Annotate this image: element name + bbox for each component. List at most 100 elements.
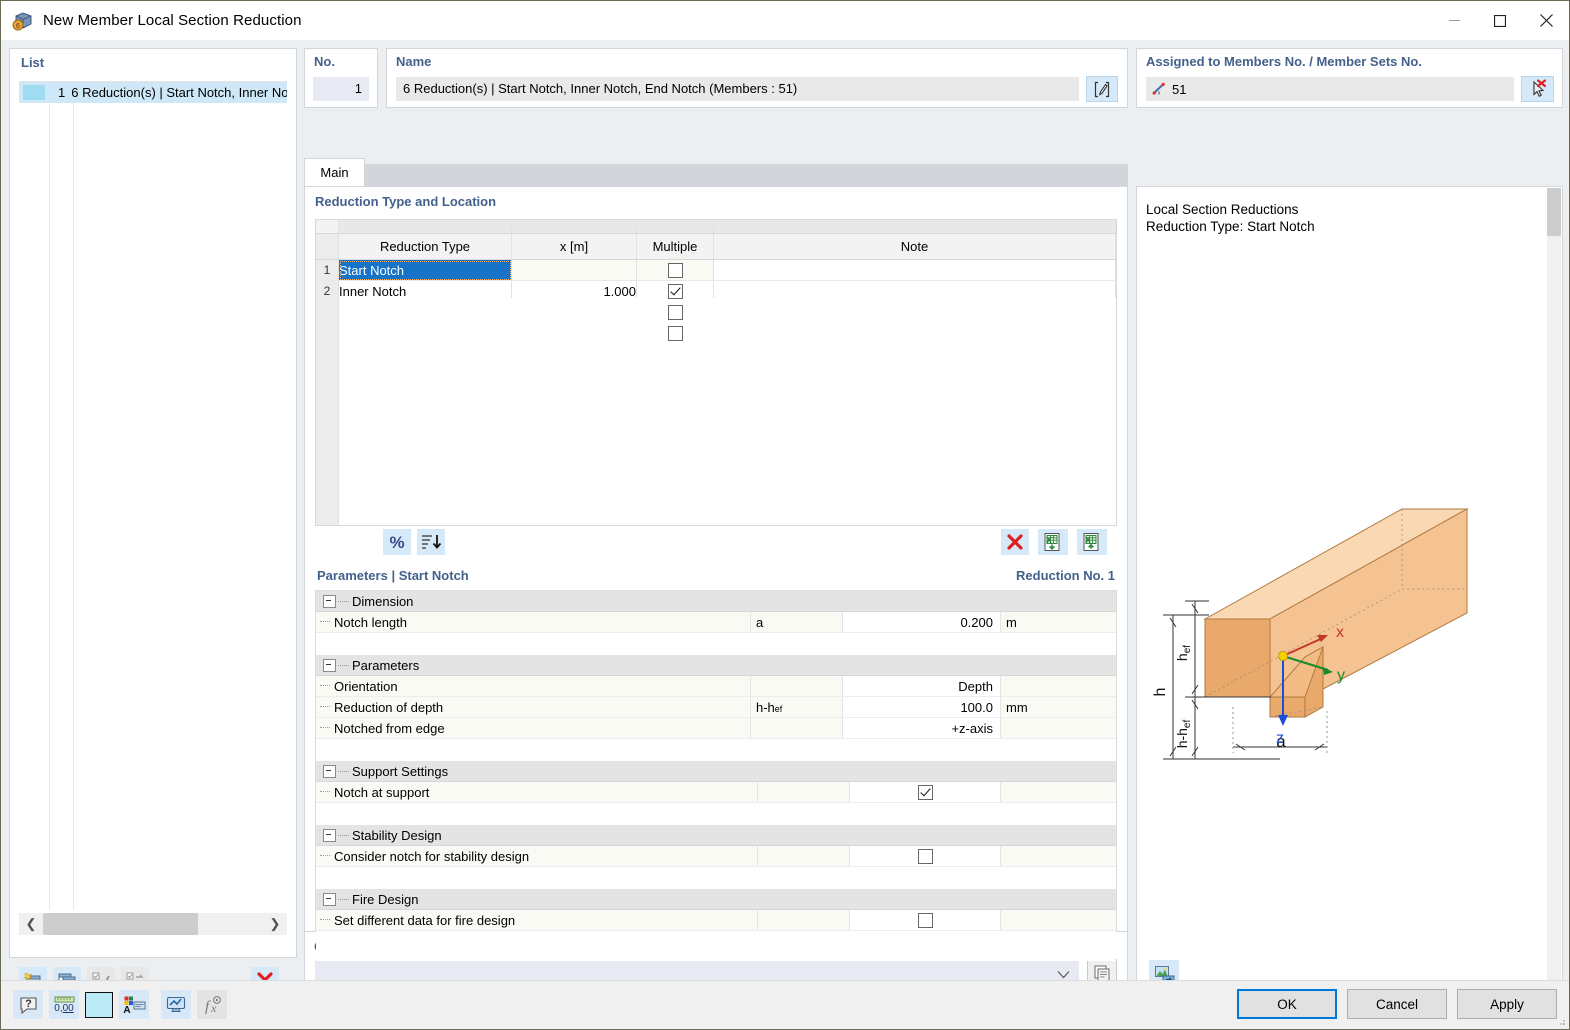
group-support-settings[interactable]: Support Settings xyxy=(316,761,1116,782)
help-button[interactable]: ? xyxy=(13,990,43,1019)
param-symbol xyxy=(757,782,849,802)
scroll-thumb[interactable] xyxy=(43,913,198,935)
param-symbol xyxy=(750,718,842,738)
param-label: Notch at support xyxy=(316,782,757,802)
main-panel: Reduction Type and Location Reduction Ty… xyxy=(304,186,1128,1005)
excel-import-button[interactable]: X xyxy=(1038,529,1068,555)
param-symbol: h-hef xyxy=(750,697,842,717)
group-stability-design[interactable]: Stability Design xyxy=(316,825,1116,846)
row-note[interactable] xyxy=(714,260,1116,281)
display-properties-button[interactable] xyxy=(161,990,191,1019)
param-row-notched-from-edge[interactable]: Notched from edge +z-axis xyxy=(316,718,1116,739)
param-row-fire-design-data[interactable]: Set different data for fire design xyxy=(316,910,1116,931)
scroll-thumb[interactable] xyxy=(1547,188,1561,236)
param-unit xyxy=(1000,846,1116,866)
collapse-icon[interactable] xyxy=(323,659,336,672)
no-input[interactable]: 1 xyxy=(313,77,369,101)
svg-text:A: A xyxy=(123,1005,130,1015)
group-dimension[interactable]: Dimension xyxy=(316,591,1116,612)
param-checkbox[interactable] xyxy=(849,910,1000,930)
param-row-reduction-of-depth[interactable]: Reduction of depth h-hef 100.0 mm xyxy=(316,697,1116,718)
param-label: Reduction of depth xyxy=(316,697,750,717)
formula-button[interactable]: f x xyxy=(197,990,227,1019)
param-unit: mm xyxy=(1000,697,1116,717)
delete-row-button[interactable] xyxy=(1001,529,1029,555)
param-unit: m xyxy=(1000,612,1116,632)
scroll-left-icon[interactable]: ❮ xyxy=(19,913,43,935)
row-multiple[interactable] xyxy=(637,260,714,281)
param-unit xyxy=(1000,676,1116,696)
parameters-grid: Dimension Notch length a 0.200 m Paramet… xyxy=(315,590,1117,938)
checkbox-icon[interactable] xyxy=(918,849,933,864)
list-item[interactable]: 1 6 Reduction(s) | Start Notch, Inner No… xyxy=(19,82,287,103)
group-parameters[interactable]: Parameters xyxy=(316,655,1116,676)
param-value[interactable]: +z-axis xyxy=(842,718,1000,738)
text-style-button[interactable]: A xyxy=(119,990,149,1019)
sort-button[interactable] xyxy=(417,529,445,555)
param-symbol xyxy=(757,910,849,930)
cancel-button[interactable]: Cancel xyxy=(1347,989,1447,1019)
no-panel: No. 1 xyxy=(304,48,378,108)
edit-name-icon[interactable] xyxy=(1086,76,1118,102)
decimal-places-button[interactable]: 0,00 xyxy=(49,990,79,1019)
close-icon[interactable] xyxy=(1523,1,1569,40)
param-value[interactable]: 0.200 xyxy=(842,612,1000,632)
checkbox-icon[interactable] xyxy=(668,263,683,278)
deselect-cursor-icon[interactable] xyxy=(1521,76,1554,102)
scroll-track[interactable] xyxy=(43,913,263,935)
param-label: Notched from edge xyxy=(316,718,750,738)
color-swatch-button[interactable] xyxy=(85,992,113,1018)
param-label: Consider notch for stability design xyxy=(316,846,757,866)
maximize-icon[interactable] xyxy=(1477,1,1523,40)
percent-button[interactable]: % xyxy=(383,529,411,555)
param-value[interactable]: 100.0 xyxy=(842,697,1000,717)
checkbox-icon[interactable] xyxy=(668,284,683,299)
excel-export-button[interactable]: X xyxy=(1077,529,1107,555)
row-reduction-type[interactable]: Start Notch xyxy=(339,260,512,281)
checkbox-icon[interactable] xyxy=(668,326,683,341)
scroll-right-icon[interactable]: ❯ xyxy=(263,913,287,935)
param-unit xyxy=(1000,718,1116,738)
param-row-consider-notch-stability[interactable]: Consider notch for stability design xyxy=(316,846,1116,867)
checkbox-icon[interactable] xyxy=(918,913,933,928)
param-unit xyxy=(1000,782,1116,802)
collapse-icon[interactable] xyxy=(323,893,336,906)
list-item-label: 6 Reduction(s) | Start Notch, Inner Notc… xyxy=(71,85,287,100)
collapse-icon[interactable] xyxy=(323,595,336,608)
table-header-note: Note xyxy=(714,234,1116,260)
resize-grip[interactable] xyxy=(1556,1016,1566,1026)
ok-button[interactable]: OK xyxy=(1237,989,1337,1019)
assigned-input[interactable]: x 51 xyxy=(1146,77,1514,101)
table-header-index xyxy=(316,234,339,260)
apply-button[interactable]: Apply xyxy=(1457,989,1557,1019)
checkbox-icon[interactable] xyxy=(918,785,933,800)
param-checkbox[interactable] xyxy=(849,782,1000,802)
dim-label-h-hef: h-hef xyxy=(1174,719,1193,748)
param-value[interactable]: Depth xyxy=(842,676,1000,696)
table-row[interactable]: 1 Start Notch xyxy=(316,260,1116,281)
group-label: Fire Design xyxy=(352,892,418,907)
list-horizontal-scrollbar[interactable]: ❮ ❯ xyxy=(19,913,287,935)
name-header: Name xyxy=(387,49,1127,72)
group-label: Stability Design xyxy=(352,828,442,843)
param-row-notch-at-support[interactable]: Notch at support xyxy=(316,782,1116,803)
axis-label-y: y xyxy=(1337,667,1345,684)
dialog-buttons: OK Cancel Apply xyxy=(1237,989,1557,1019)
dialog-body: List 1 6 Reduction(s) | Start Notch, Inn… xyxy=(1,40,1569,1029)
param-checkbox[interactable] xyxy=(849,846,1000,866)
param-row-notch-length[interactable]: Notch length a 0.200 m xyxy=(316,612,1116,633)
row-x[interactable] xyxy=(512,260,637,281)
collapse-icon[interactable] xyxy=(323,765,336,778)
name-input[interactable]: 6 Reduction(s) | Start Notch, Inner Notc… xyxy=(396,77,1079,101)
collapse-icon[interactable] xyxy=(323,829,336,842)
preview-line-1: Local Section Reductions xyxy=(1146,201,1315,218)
param-symbol xyxy=(750,676,842,696)
no-header: No. xyxy=(305,49,377,72)
param-row-orientation[interactable]: Orientation Depth xyxy=(316,676,1116,697)
tab-main[interactable]: Main xyxy=(304,158,365,186)
minimize-icon[interactable] xyxy=(1431,1,1477,40)
checkbox-icon[interactable] xyxy=(668,305,683,320)
dim-label-hef: hef xyxy=(1174,645,1193,661)
group-fire-design[interactable]: Fire Design xyxy=(316,889,1116,910)
member-line-icon: x xyxy=(1152,82,1166,96)
